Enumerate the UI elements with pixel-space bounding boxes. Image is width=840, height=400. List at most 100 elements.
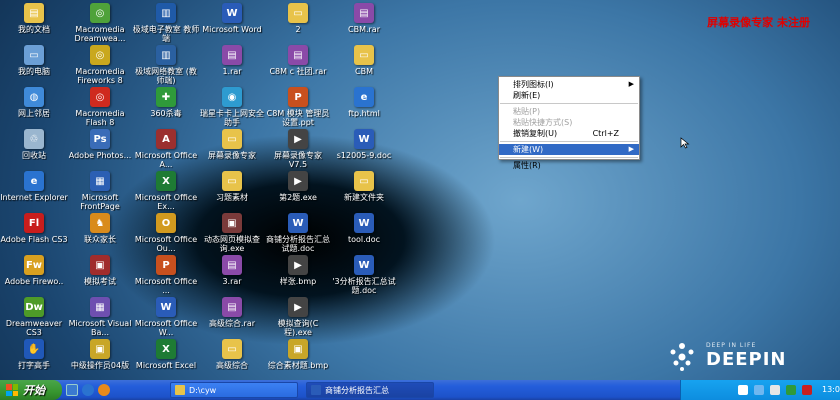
desktop-icon[interactable]: ✋ 打字高手 [0, 339, 68, 385]
html-icon: e [354, 87, 374, 107]
folder-icon: ▭ [222, 129, 242, 149]
start-button[interactable]: 开始 [0, 380, 62, 400]
desktop[interactable]: ▤ 我的文档 ▭ 我的电脑 ◍ 网上邻居 ♲ 回收站 e Internet Explorer Fl A… [0, 0, 840, 380]
desktop-icon[interactable]: ♞ 联众家长 [66, 213, 134, 259]
desktop-icon[interactable]: ▶ 模拟查询(C程).exe [264, 297, 332, 343]
desktop-icon[interactable]: X Microsoft Office Ex... [132, 171, 200, 217]
desktop-icon[interactable]: ▶ 屏幕录像专家 V7.5 [264, 129, 332, 175]
desktop-icon[interactable]: ▤ 1.rar [198, 45, 266, 91]
archive-icon: ▤ [222, 45, 242, 65]
desktop-icon[interactable]: ▤ 3.rar [198, 255, 266, 301]
desktop-icon[interactable]: ◎ Macromedia Dreamwea... [66, 3, 134, 49]
desktop-icon[interactable]: Dw Dreamweaver CS3 [0, 297, 68, 343]
internet-explorer-icon: e [24, 171, 44, 191]
desktop-icon[interactable]: e ftp.html [330, 87, 398, 133]
desktop-icon[interactable]: X Microsoft Excel [132, 339, 200, 385]
desktop-icon-label: 3.rar [222, 277, 242, 286]
desktop-icon-label: Macromedia Flash 8 [75, 109, 125, 127]
desktop-icon[interactable]: ▭ 2 [264, 3, 332, 49]
taskbar-button-label: 商铺分析报告汇总 [325, 385, 389, 395]
security-icon: ◉ [222, 87, 242, 107]
desktop-icon-label: Macromedia Dreamwea... [74, 25, 126, 43]
desktop-icon[interactable]: ▶ 样张.bmp [264, 255, 332, 301]
desktop-icon[interactable]: ◉ 瑞星卡卡上网安全助手 [198, 87, 266, 133]
bitmap-icon: ▶ [288, 255, 308, 275]
desktop-icon-label: Microsoft Word [202, 25, 262, 34]
desktop-icon[interactable]: ◎ Macromedia Fireworks 8 [66, 45, 134, 91]
desktop-icon[interactable]: Wtool.doc [330, 213, 398, 259]
recorder-icon: ▶ [288, 129, 308, 149]
desktop-icon[interactable]: ▣ 动态网页模拟查询.exe [198, 213, 266, 259]
desktop-icon[interactable]: ▥ 极域电子教室 教师端 [132, 3, 200, 49]
desktop-icon[interactable]: ◎ Macromedia Flash 8 [66, 87, 134, 133]
menu-item[interactable]: 撤销复制(U) Ctrl+Z [499, 128, 639, 139]
desktop-icon[interactable]: ▤ C8M c 社团.rar [264, 45, 332, 91]
desktop-icon[interactable]: ▦ Microsoft Visual Ba... [66, 297, 134, 343]
desktop-icon[interactable]: ♲ 回收站 [0, 129, 68, 175]
menu-separator [500, 157, 638, 158]
desktop-icon[interactable]: W Microsoft Word [198, 3, 266, 49]
flash-icon: ◎ [90, 87, 110, 107]
desktop-icon[interactable]: W Microsoft Office W... [132, 297, 200, 343]
desktop-icon-label: 360杀毒 [150, 109, 182, 118]
desktop-icon[interactable]: P Microsoft Office ... [132, 255, 200, 301]
deepin-logo-icon [670, 343, 694, 371]
antivirus-tray-icon[interactable] [786, 385, 796, 395]
desktop-icon[interactable]: ▤ 高级综合.rar [198, 297, 266, 343]
desktop-icon-label: 中级操作员04版 [70, 361, 130, 370]
desktop-icon[interactable]: W '3分析报告汇总试题.doc [330, 255, 398, 301]
program-icon: ▶ [288, 297, 308, 317]
desktop-icon[interactable]: ▦ Microsoft FrontPage [66, 171, 134, 217]
desktop-icon[interactable]: ▶ 第2题.exe [264, 171, 332, 217]
desktop-icon[interactable]: ▥ 极域网络教室 (教师端) [132, 45, 200, 91]
desktop-icon[interactable]: ▣ 综合素材题.bmp [264, 339, 332, 385]
desktop-icon-label: Dreamweaver CS3 [5, 319, 63, 337]
desktop-icon[interactable]: ▣ 中级操作员04版 [66, 339, 134, 385]
media-player-icon[interactable] [98, 384, 110, 396]
menu-item[interactable]: 属性(R) [499, 160, 639, 171]
desktop-icon[interactable]: P C8M 模块 管理员设置.ppt [264, 87, 332, 133]
word-icon: W [222, 3, 242, 23]
desktop-icon-label: Microsoft Excel [135, 361, 197, 370]
desktop-icon[interactable]: A Microsoft Office A... [132, 129, 200, 175]
internet-explorer-icon[interactable] [82, 384, 94, 396]
show-desktop-icon[interactable] [66, 384, 78, 396]
network-icon[interactable] [754, 385, 764, 395]
desktop-icon[interactable]: W 商铺分析报告汇总试题.doc [264, 213, 332, 259]
input-method-icon[interactable] [738, 385, 748, 395]
desktop-icon[interactable]: ✚ 360杀毒 [132, 87, 200, 133]
desktop-icon-label: CBM [355, 67, 373, 76]
desktop-icon[interactable]: ▭ CBM [330, 45, 398, 91]
menu-item[interactable]: 刷新(E) [499, 90, 639, 101]
volume-icon[interactable] [770, 385, 780, 395]
desktop-icon[interactable]: ◍ 网上邻居 [0, 87, 68, 133]
menu-item[interactable]: 排列图标(I) ▶ [499, 79, 639, 90]
desktop-icon[interactable]: Fl Adobe Flash CS3 [0, 213, 68, 259]
desktop-icon[interactable]: Ws12005-9.doc [330, 129, 398, 175]
desktop-icon[interactable]: ▭ 习题素材 [198, 171, 266, 217]
desktop-icon[interactable]: Fw Adobe Firewo.. [0, 255, 68, 301]
desktop-icon[interactable]: ▭ 我的电脑 [0, 45, 68, 91]
desktop-icon-label: Adobe Flash CS3 [0, 235, 68, 244]
taskbar: 开始 D:\cyw 商铺分析报告汇总 13:05 [0, 380, 840, 400]
desktop-icon[interactable]: Ps Adobe Photos... [66, 129, 134, 175]
exam-icon: ▣ [90, 255, 110, 275]
network-icon: ◍ [24, 87, 44, 107]
desktop-icon-label: 屏幕录像专家 [208, 151, 256, 160]
menu-item[interactable]: 新建(W) ▶ [499, 144, 639, 155]
desktop-icon[interactable]: ▭ 新建文件夹 [330, 171, 398, 217]
recorder-tray-icon[interactable] [802, 385, 812, 395]
word-doc-icon: W [354, 213, 374, 233]
windows-flag-icon [6, 384, 18, 396]
folder-icon: ▤ [24, 3, 44, 23]
taskbar-button[interactable]: D:\cyw [170, 382, 298, 398]
desktop-icon[interactable]: O Microsoft Office Ou... [132, 213, 200, 259]
desktop-icon[interactable]: ▤ 我的文档 [0, 3, 68, 49]
desktop-icon[interactable]: ▣ 模拟考试 [66, 255, 134, 301]
desktop-icon[interactable]: ▤ CBM.rar [330, 3, 398, 49]
archive-icon: ▤ [222, 255, 242, 275]
desktop-icon[interactable]: ▭ 高级综合 [198, 339, 266, 385]
taskbar-button[interactable]: 商铺分析报告汇总 [306, 382, 434, 398]
desktop-icon[interactable]: ▭ 屏幕录像专家 [198, 129, 266, 175]
desktop-icon[interactable]: e Internet Explorer [0, 171, 68, 217]
